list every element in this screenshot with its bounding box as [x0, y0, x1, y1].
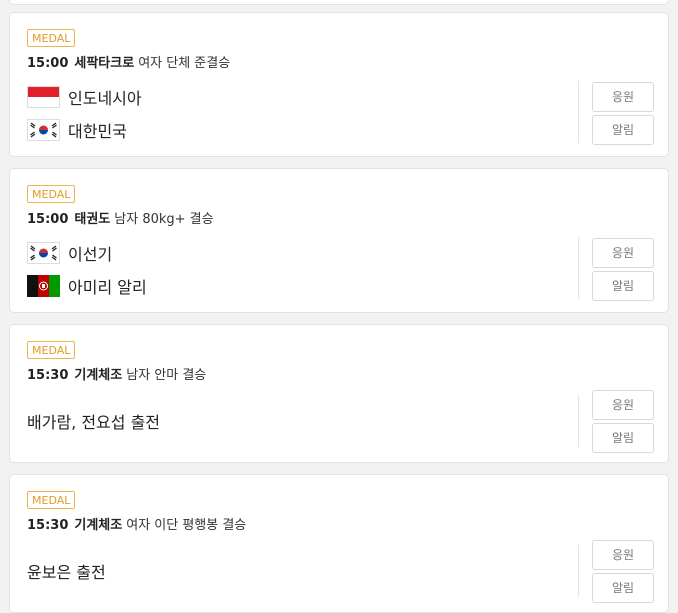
korea-flag-icon [27, 242, 60, 264]
afghanistan-flag-icon [27, 275, 60, 297]
medal-badge: MEDAL [27, 491, 76, 509]
cheer-button[interactable]: 응원 [592, 238, 654, 268]
divider [578, 395, 579, 447]
medal-badge: MEDAL [27, 341, 76, 359]
sport-name: 세팍타크로 [74, 56, 135, 71]
alarm-button[interactable]: 알림 [592, 271, 654, 301]
match-header: 15:30 기계체조 남자 안마 결승 [27, 364, 206, 383]
athlete-name: 이선기 [68, 245, 113, 264]
alarm-button[interactable]: 알림 [592, 115, 654, 145]
team-row: 인도네시아 [27, 84, 142, 110]
previous-card [9, 0, 669, 5]
divider [578, 81, 579, 143]
medal-badge: MEDAL [27, 185, 76, 203]
match-header: 15:00 태권도 남자 80kg+ 결승 [27, 208, 214, 227]
match-card: MEDAL 15:00 태권도 남자 80kg+ 결승 이선기 아미리 알리 응… [9, 168, 669, 313]
cheer-button[interactable]: 응원 [592, 82, 654, 112]
match-header: 15:30 기계체조 여자 이단 평행봉 결승 [27, 514, 246, 533]
event-name: 여자 단체 준결승 [138, 56, 231, 71]
match-header: 15:00 세팍타크로 여자 단체 준결승 [27, 52, 230, 71]
team-name: 대한민국 [68, 122, 127, 141]
match-time: 15:00 [27, 212, 69, 227]
athlete-row: 이선기 [27, 240, 112, 266]
cheer-button[interactable]: 응원 [592, 540, 654, 570]
sport-name: 기계체조 [74, 368, 123, 383]
alarm-button[interactable]: 알림 [592, 423, 654, 453]
sport-name: 태권도 [74, 212, 111, 227]
cheer-button[interactable]: 응원 [592, 390, 654, 420]
match-card: MEDAL 15:00 세팍타크로 여자 단체 준결승 인도네시아 대한민국 응원 … [9, 12, 669, 157]
match-time: 15:30 [27, 368, 69, 383]
match-time: 15:00 [27, 56, 69, 71]
participants-text: 배가람, 전요섭 출전 [27, 413, 161, 432]
team-name: 인도네시아 [68, 89, 142, 108]
match-card: MEDAL 15:30 기계체조 여자 이단 평행봉 결승 윤보은 출전 응원 알림 [9, 474, 669, 613]
alarm-button[interactable]: 알림 [592, 573, 654, 603]
athlete-name: 아미리 알리 [68, 278, 147, 297]
divider [578, 237, 579, 299]
event-name: 남자 80kg+ 결승 [114, 212, 214, 227]
divider [578, 545, 579, 597]
participants-text: 윤보은 출전 [27, 563, 106, 582]
korea-flag-icon [27, 119, 60, 141]
team-row: 대한민국 [27, 117, 127, 143]
match-card: MEDAL 15:30 기계체조 남자 안마 결승 배가람, 전요섭 출전 응원 알… [9, 324, 669, 463]
sport-name: 기계체조 [74, 518, 123, 533]
event-name: 남자 안마 결승 [126, 368, 207, 383]
medal-badge: MEDAL [27, 29, 76, 47]
match-time: 15:30 [27, 518, 69, 533]
indonesia-flag-icon [27, 86, 60, 108]
event-name: 여자 이단 평행봉 결승 [126, 518, 247, 533]
athlete-row: 아미리 알리 [27, 273, 147, 299]
